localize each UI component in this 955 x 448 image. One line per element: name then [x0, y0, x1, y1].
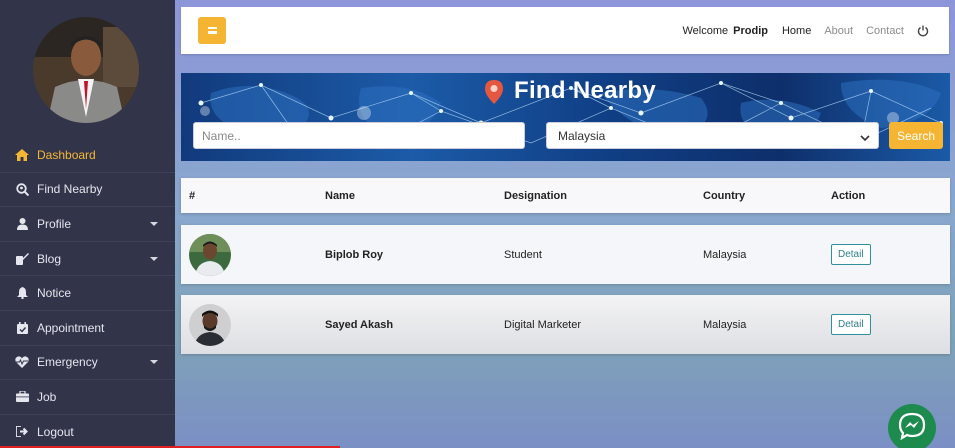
table-header-row: # Name Designation Country Action	[181, 178, 950, 213]
sidebar-item-profile[interactable]: Profile	[0, 207, 175, 242]
detail-button[interactable]: Detail	[831, 314, 871, 335]
banner-title: Find Nearby	[514, 77, 656, 104]
search-button[interactable]: Search	[889, 122, 943, 149]
menu-toggle-button[interactable]	[198, 17, 226, 44]
sidebar-item-job[interactable]: Job	[0, 380, 175, 415]
heartbeat-icon	[15, 355, 29, 369]
calendar-check-icon	[15, 321, 29, 335]
sidebar-nav: Dashboard Find Nearby Profile Blog Notic…	[0, 138, 175, 448]
detail-button[interactable]: Detail	[831, 244, 871, 265]
sidebar-item-dashboard[interactable]: Dashboard	[0, 138, 175, 173]
chevron-down-icon	[860, 131, 870, 145]
chevron-down-icon	[150, 360, 158, 365]
map-pin-icon	[485, 80, 503, 109]
column-header-action: Action	[831, 189, 866, 202]
chevron-down-icon	[150, 256, 158, 261]
sidebar-item-find-nearby[interactable]: Find Nearby	[0, 173, 175, 208]
nav-link-contact[interactable]: Contact	[866, 25, 904, 37]
sidebar-item-label: Emergency	[37, 355, 98, 370]
sidebar-item-label: Logout	[37, 424, 74, 439]
column-header-designation: Designation	[504, 189, 567, 202]
top-links: Welcome Prodip Home About Contact	[682, 7, 929, 54]
row-designation: Student	[504, 248, 542, 261]
row-country: Malaysia	[703, 248, 747, 261]
hamburger-icon	[207, 27, 217, 34]
bell-icon	[15, 286, 29, 300]
row-name: Biplob Roy	[325, 248, 384, 261]
sidebar-item-label: Profile	[37, 216, 72, 231]
sidebar: Dashboard Find Nearby Profile Blog Notic…	[0, 0, 175, 448]
user-photo	[189, 234, 231, 276]
name-search-input[interactable]	[193, 122, 525, 149]
country-select-value: Malaysia	[558, 128, 606, 143]
column-header-name: Name	[325, 189, 355, 202]
power-icon[interactable]	[917, 25, 929, 37]
sidebar-item-logout[interactable]: Logout	[0, 415, 175, 448]
user-icon	[15, 217, 29, 231]
username: Prodip	[733, 24, 768, 37]
user-photo	[189, 304, 231, 346]
chevron-down-icon	[150, 221, 158, 226]
row-country: Malaysia	[703, 318, 747, 331]
sidebar-item-appointment[interactable]: Appointment	[0, 311, 175, 346]
sidebar-item-label: Blog	[37, 251, 62, 266]
briefcase-icon	[15, 390, 29, 404]
row-action-cell: Detail	[831, 295, 871, 354]
sidebar-item-label: Job	[37, 389, 57, 404]
sign-out-icon	[15, 425, 29, 439]
sidebar-item-blog[interactable]: Blog	[0, 242, 175, 277]
find-nearby-banner: Find Nearby Malaysia Search	[181, 73, 950, 161]
nav-link-about[interactable]: About	[824, 25, 853, 37]
sidebar-item-label: Dashboard	[37, 147, 96, 162]
sidebar-item-label: Notice	[37, 286, 72, 301]
blog-icon	[15, 252, 29, 266]
search-location-icon	[15, 182, 29, 196]
welcome-text: Welcome	[682, 24, 729, 37]
sidebar-item-label: Find Nearby	[37, 182, 103, 197]
top-navbar: Welcome Prodip Home About Contact	[181, 7, 949, 54]
home-icon	[15, 148, 29, 162]
country-select[interactable]: Malaysia	[546, 122, 879, 149]
table-row: Biplob Roy Student Malaysia Detail	[181, 225, 950, 284]
row-action-cell: Detail	[831, 225, 871, 284]
table-row: Sayed Akash Digital Marketer Malaysia De…	[181, 295, 950, 354]
messenger-chat-button[interactable]	[888, 404, 936, 448]
column-header-index: #	[189, 189, 196, 202]
sidebar-item-emergency[interactable]: Emergency	[0, 346, 175, 381]
row-name: Sayed Akash	[325, 318, 394, 331]
nav-link-home[interactable]: Home	[782, 25, 811, 37]
messenger-icon	[898, 412, 926, 445]
row-designation: Digital Marketer	[504, 318, 582, 331]
sidebar-item-notice[interactable]: Notice	[0, 276, 175, 311]
profile-avatar[interactable]	[33, 17, 139, 123]
column-header-country: Country	[703, 189, 746, 202]
sidebar-item-label: Appointment	[37, 320, 105, 335]
